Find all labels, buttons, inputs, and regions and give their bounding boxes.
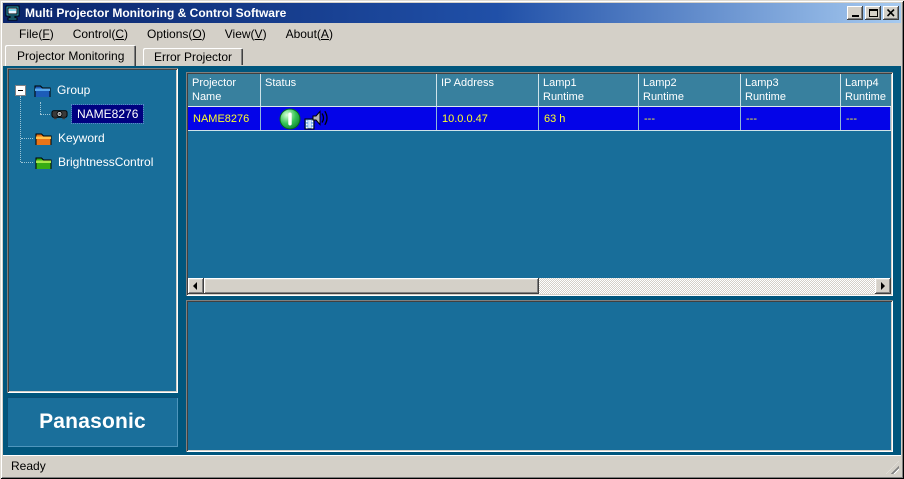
detail-panel bbox=[186, 300, 893, 452]
tree-item-label: Keyword bbox=[58, 131, 105, 145]
menu-options[interactable]: Options(O) bbox=[139, 25, 214, 43]
column-header-projector-name[interactable]: Projector Name bbox=[188, 74, 261, 106]
app-icon bbox=[5, 5, 20, 21]
cell-lamp2-runtime: --- bbox=[639, 107, 741, 130]
tree-item-label: Group bbox=[57, 83, 91, 97]
folder-green-icon bbox=[35, 157, 52, 169]
cell-lamp4-runtime: --- bbox=[841, 107, 891, 130]
tree-item-label: BrightnessControl bbox=[58, 155, 154, 169]
scrollbar-track[interactable] bbox=[539, 278, 875, 294]
status-text: Ready bbox=[11, 459, 46, 473]
column-header-status[interactable]: Status bbox=[261, 74, 437, 106]
tree-item-group[interactable]: Group bbox=[9, 78, 176, 102]
arrow-right-icon bbox=[881, 282, 885, 290]
cell-status bbox=[261, 107, 437, 130]
table-header-row: Projector Name Status IP Address Lamp1 Run… bbox=[188, 74, 891, 107]
folder-orange-icon bbox=[35, 133, 52, 145]
scroll-left-button[interactable] bbox=[188, 278, 204, 294]
titlebar[interactable]: Multi Projector Monitoring & Control Sof… bbox=[3, 3, 901, 23]
maximize-button[interactable] bbox=[865, 6, 881, 20]
column-header-ip-address[interactable]: IP Address bbox=[437, 74, 539, 106]
table-empty-area bbox=[188, 131, 891, 278]
tree-item-brightnesscontrol[interactable]: BrightnessControl bbox=[9, 150, 176, 174]
tab-bar: Projector Monitoring Error Projector bbox=[3, 44, 901, 66]
group-tree-panel: Group NAME8276 Keyword BrightnessControl bbox=[7, 68, 178, 393]
menu-control[interactable]: Control(C) bbox=[65, 25, 136, 43]
menu-about[interactable]: About(A) bbox=[278, 25, 341, 43]
power-on-icon bbox=[279, 108, 301, 129]
cell-ip-address: 10.0.0.47 bbox=[437, 107, 539, 130]
cell-projector-name: NAME8276 bbox=[188, 107, 261, 130]
menu-view[interactable]: View(V) bbox=[217, 25, 275, 43]
tree-item-projector[interactable]: NAME8276 bbox=[9, 102, 176, 126]
tree-item-keyword[interactable]: Keyword bbox=[9, 126, 176, 150]
column-header-lamp1-runtime[interactable]: Lamp1 Runtime bbox=[539, 74, 639, 106]
menubar: File(F) Control(C) Options(O) View(V) Ab… bbox=[3, 24, 901, 44]
column-header-lamp4-runtime[interactable]: Lamp4 Runtime bbox=[841, 74, 891, 106]
app-window: Multi Projector Monitoring & Control Sof… bbox=[0, 0, 904, 479]
scrollbar-thumb[interactable] bbox=[204, 278, 539, 294]
client-area: Group NAME8276 Keyword BrightnessControl… bbox=[3, 66, 901, 455]
group-tree: Group NAME8276 Keyword BrightnessControl bbox=[9, 70, 176, 391]
minimize-button[interactable] bbox=[847, 6, 863, 20]
cell-lamp1-runtime: 63 h bbox=[539, 107, 639, 130]
menu-file[interactable]: File(F) bbox=[11, 25, 62, 43]
close-icon bbox=[887, 9, 895, 17]
h-scrollbar[interactable] bbox=[188, 278, 891, 294]
brand-logo: Panasonic bbox=[39, 410, 146, 433]
column-header-lamp3-runtime[interactable]: Lamp3 Runtime bbox=[741, 74, 841, 106]
tab-error-projector[interactable]: Error Projector bbox=[143, 48, 244, 65]
projector-icon bbox=[51, 110, 68, 120]
cell-lamp3-runtime: --- bbox=[741, 107, 841, 130]
table-row[interactable]: NAME8276 10.0.0.47 63 h --- --- --- bbox=[188, 107, 891, 131]
minimize-icon bbox=[851, 15, 859, 17]
brand-panel: Panasonic bbox=[7, 397, 178, 447]
window-title: Multi Projector Monitoring & Control Sof… bbox=[25, 6, 287, 20]
projector-table-panel: Projector Name Status IP Address Lamp1 Run… bbox=[186, 72, 893, 296]
tab-projector-monitoring[interactable]: Projector Monitoring bbox=[5, 45, 137, 66]
folder-blue-icon bbox=[34, 85, 51, 97]
maximize-icon bbox=[868, 9, 878, 17]
scroll-right-button[interactable] bbox=[875, 278, 891, 294]
column-header-lamp2-runtime[interactable]: Lamp2 Runtime bbox=[639, 74, 741, 106]
tree-item-label-selected[interactable]: NAME8276 bbox=[70, 104, 145, 124]
status-bar: Ready bbox=[3, 455, 901, 476]
speaker-icon bbox=[304, 109, 328, 129]
resize-grip-icon[interactable] bbox=[886, 461, 899, 474]
collapse-minus-icon[interactable] bbox=[15, 84, 26, 96]
close-button[interactable] bbox=[883, 6, 899, 20]
arrow-left-icon bbox=[193, 282, 197, 290]
